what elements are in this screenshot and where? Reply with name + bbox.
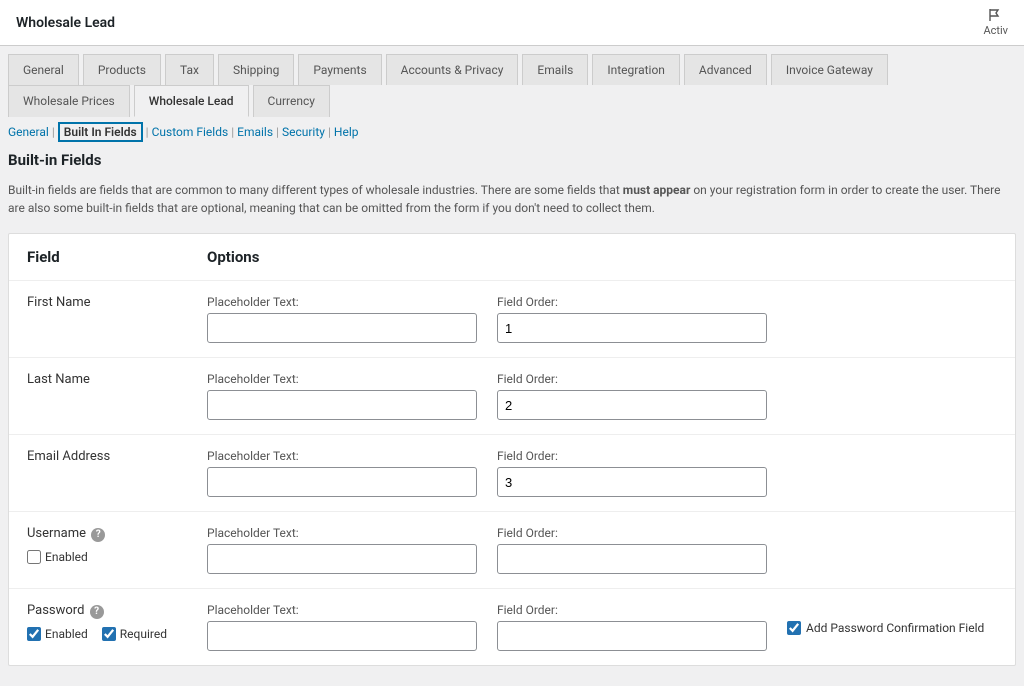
subtab-help[interactable]: Help	[334, 125, 359, 139]
tab-advanced[interactable]: Advanced	[684, 54, 767, 85]
field-name: Username ? Enabled	[9, 512, 189, 588]
tab-wholesale-lead[interactable]: Wholesale Lead	[134, 85, 249, 117]
table-row: Last Name Placeholder Text: Field Order:	[9, 358, 1015, 435]
main-tabs: GeneralProductsTaxShippingPaymentsAccoun…	[8, 54, 1016, 117]
order-label: Field Order:	[497, 603, 767, 617]
order-input[interactable]	[497, 313, 767, 343]
add-confirmation-checkbox[interactable]: Add Password Confirmation Field	[787, 621, 984, 635]
subtab-security[interactable]: Security	[282, 125, 325, 139]
tab-tax[interactable]: Tax	[165, 54, 214, 85]
table-row: Username ? Enabled Placeholder Text: Field…	[9, 512, 1015, 589]
placeholder-label: Placeholder Text:	[207, 526, 477, 540]
section-heading: Built-in Fields	[8, 151, 1016, 169]
help-icon[interactable]: ?	[91, 528, 105, 542]
section-description: Built-in fields are fields that are comm…	[8, 181, 1016, 217]
page-title: Wholesale Lead	[16, 15, 115, 31]
col-field-header: Field	[9, 234, 189, 280]
sub-tabs: General|Built In Fields|Custom Fields|Em…	[0, 117, 1024, 151]
field-name: First Name	[9, 281, 189, 357]
options-cell: Placeholder Text: Field Order:	[189, 281, 1015, 357]
table-row: Email Address Placeholder Text: Field Orde…	[9, 435, 1015, 512]
placeholder-input[interactable]	[207, 313, 477, 343]
subtab-general[interactable]: General	[8, 125, 49, 139]
subtab-custom-fields[interactable]: Custom Fields	[152, 125, 229, 139]
order-label: Field Order:	[497, 526, 767, 540]
tab-currency[interactable]: Currency	[253, 85, 330, 117]
placeholder-input[interactable]	[207, 621, 477, 651]
options-cell: Placeholder Text: Field Order: Add Passwo…	[189, 589, 1015, 665]
order-label: Field Order:	[497, 295, 767, 309]
tab-payments[interactable]: Payments	[298, 54, 381, 85]
placeholder-label: Placeholder Text:	[207, 449, 477, 463]
content-area: Built-in Fields Built-in fields are fiel…	[0, 151, 1024, 686]
placeholder-label: Placeholder Text:	[207, 603, 477, 617]
order-label: Field Order:	[497, 449, 767, 463]
placeholder-input[interactable]	[207, 544, 477, 574]
placeholder-label: Placeholder Text:	[207, 295, 477, 309]
field-name: Password ? Enabled Required	[9, 589, 189, 665]
order-input[interactable]	[497, 621, 767, 651]
subtab-emails[interactable]: Emails	[237, 125, 273, 139]
order-label: Field Order:	[497, 372, 767, 386]
table-row: Password ? Enabled RequiredPlaceholder T…	[9, 589, 1015, 665]
placeholder-input[interactable]	[207, 467, 477, 497]
tab-invoice-gateway[interactable]: Invoice Gateway	[771, 54, 888, 85]
tab-products[interactable]: Products	[83, 54, 161, 85]
tab-shipping[interactable]: Shipping	[218, 54, 294, 85]
help-icon[interactable]: ?	[90, 605, 104, 619]
enabled-checkbox[interactable]: Enabled	[27, 550, 88, 564]
table-header-row: Field Options	[9, 234, 1015, 281]
required-checkbox[interactable]: Required	[102, 627, 167, 641]
field-name: Email Address	[9, 435, 189, 511]
order-input[interactable]	[497, 544, 767, 574]
options-cell: Placeholder Text: Field Order:	[189, 358, 1015, 434]
tab-general[interactable]: General	[8, 54, 79, 85]
placeholder-label: Placeholder Text:	[207, 372, 477, 386]
placeholder-input[interactable]	[207, 390, 477, 420]
table-row: First Name Placeholder Text: Field Order:	[9, 281, 1015, 358]
page-header: Wholesale Lead Activ	[0, 0, 1024, 46]
fields-table: Field Options First NamePlaceholder Text…	[8, 233, 1016, 666]
order-input[interactable]	[497, 390, 767, 420]
col-options-header: Options	[189, 234, 1015, 280]
activity-indicator[interactable]: Activ	[983, 8, 1008, 37]
tab-accounts-privacy[interactable]: Accounts & Privacy	[386, 54, 519, 85]
field-name: Last Name	[9, 358, 189, 434]
tab-emails[interactable]: Emails	[522, 54, 588, 85]
tab-wholesale-prices[interactable]: Wholesale Prices	[8, 85, 130, 117]
options-cell: Placeholder Text: Field Order:	[189, 435, 1015, 511]
subtab-built-in-fields[interactable]: Built In Fields	[58, 122, 143, 142]
tab-integration[interactable]: Integration	[592, 54, 680, 85]
options-cell: Placeholder Text: Field Order:	[189, 512, 1015, 588]
enabled-checkbox[interactable]: Enabled	[27, 627, 88, 641]
order-input[interactable]	[497, 467, 767, 497]
flag-icon	[988, 8, 1004, 22]
